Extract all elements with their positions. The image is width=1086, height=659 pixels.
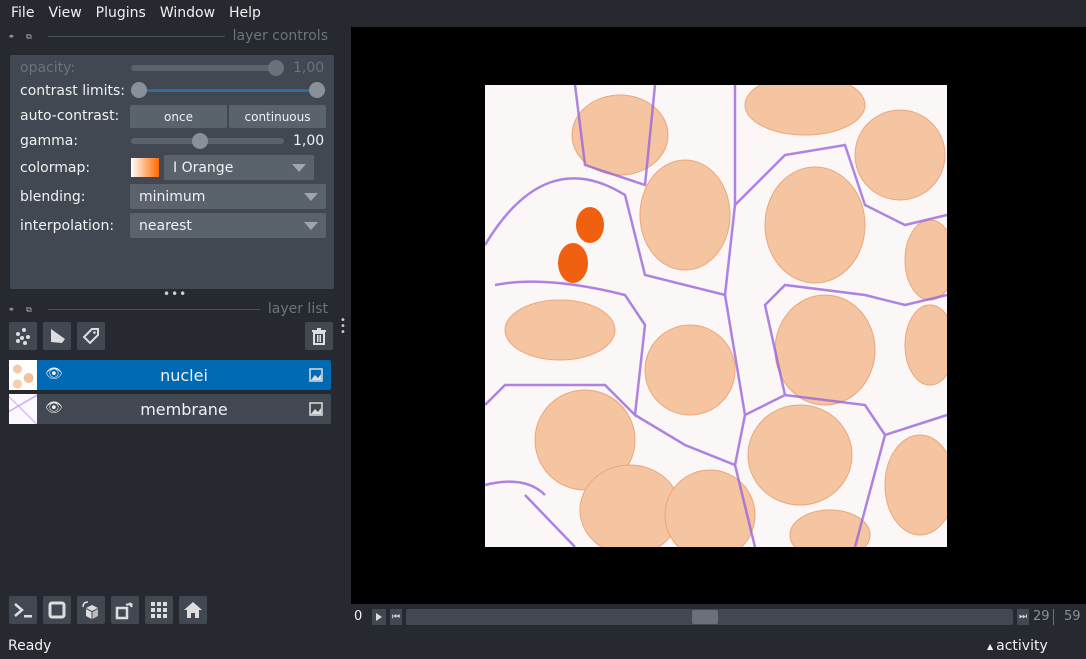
contrast-limits-slider[interactable] — [138, 89, 318, 92]
terminal-icon — [14, 603, 32, 618]
new-points-layer-button[interactable] — [9, 322, 37, 350]
grid-icon — [151, 602, 167, 618]
status-text: Ready — [8, 638, 52, 654]
opacity-label: opacity: — [20, 60, 76, 76]
opacity-slider[interactable] — [131, 65, 281, 71]
dims-slider[interactable] — [406, 609, 1013, 625]
layer-list-header: ⚭ ⧉ layer list — [8, 300, 328, 318]
menu-window[interactable]: Window — [153, 5, 222, 21]
layer-name[interactable]: nuclei — [160, 366, 208, 385]
label-tag-icon — [82, 328, 99, 345]
gamma-label: gamma: — [20, 133, 79, 149]
blending-dropdown[interactable]: minimum — [130, 184, 326, 209]
layer-item-nuclei[interactable]: 👁 nuclei — [9, 360, 331, 390]
home-icon — [184, 602, 202, 618]
layer-item-membrane[interactable]: 👁 membrane — [9, 394, 331, 424]
chevron-down-icon — [292, 164, 306, 172]
roll-dims-button[interactable] — [77, 596, 105, 624]
close-dock-icon[interactable]: ⚭ — [8, 32, 18, 41]
float-dock-icon[interactable]: ⧉ — [26, 305, 36, 314]
delete-layer-button[interactable] — [305, 322, 333, 350]
chevron-down-icon — [304, 222, 318, 230]
layer-list-title: layer list — [267, 301, 328, 317]
menu-bar: File View Plugins Window Help — [0, 0, 1086, 25]
dims-max-value: 59 — [1064, 609, 1081, 624]
interpolation-dropdown[interactable]: nearest — [130, 213, 326, 238]
microscopy-image — [485, 85, 947, 547]
transpose-icon — [115, 602, 133, 620]
layer-controls-panel: opacity: 1,00 contrast limits: auto-cont… — [10, 55, 334, 289]
layer-controls-header: ⚭ ⧉ layer controls — [8, 27, 328, 45]
blending-value: minimum — [139, 188, 206, 205]
continuous-button[interactable]: continuous — [229, 105, 326, 128]
new-shapes-layer-button[interactable] — [43, 322, 71, 350]
activity-label: activity — [996, 638, 1048, 654]
blending-label: blending: — [20, 189, 86, 205]
dock-menu-icon[interactable]: • • • — [340, 316, 346, 338]
menu-plugins[interactable]: Plugins — [89, 5, 153, 21]
eye-icon[interactable]: 👁 — [45, 366, 63, 382]
layer-row[interactable]: 👁 nuclei — [37, 360, 331, 390]
colormap-dropdown[interactable]: I Orange — [164, 155, 314, 180]
divider — [48, 35, 225, 37]
contrast-limits-label: contrast limits: — [20, 83, 125, 99]
divider — [48, 308, 260, 310]
step-back-button[interactable]: ⏮ — [390, 609, 402, 625]
menu-view[interactable]: View — [41, 5, 88, 21]
once-button[interactable]: once — [130, 105, 227, 128]
opacity-handle[interactable] — [268, 60, 284, 76]
chevron-down-icon — [304, 193, 318, 201]
points-icon — [16, 328, 30, 345]
gamma-handle[interactable] — [192, 133, 208, 149]
console-button[interactable] — [9, 596, 37, 624]
eye-icon[interactable]: 👁 — [45, 400, 63, 416]
colormap-swatch — [131, 158, 159, 177]
contrast-low-handle[interactable] — [131, 82, 147, 98]
gamma-value: 1,00 — [293, 133, 325, 149]
trash-icon — [312, 328, 326, 345]
cube-rotate-icon — [82, 601, 98, 619]
square-icon — [48, 601, 66, 619]
close-dock-icon[interactable]: ⚭ — [8, 305, 18, 314]
interpolation-value: nearest — [139, 217, 192, 234]
layer-thumbnail — [9, 360, 37, 390]
interpolation-label: interpolation: — [20, 218, 115, 234]
dims-slider-handle[interactable] — [692, 610, 718, 624]
float-dock-icon[interactable]: ⧉ — [26, 32, 36, 41]
play-icon — [376, 613, 382, 621]
toggle-ndisplay-button[interactable] — [43, 596, 71, 624]
image-layer-icon — [309, 368, 323, 382]
opacity-value: 1,00 — [293, 60, 325, 76]
viewer-canvas[interactable] — [351, 27, 1086, 604]
play-button[interactable] — [372, 609, 386, 625]
activity-button[interactable]: ▲ activity — [987, 638, 1048, 654]
layer-thumbnail — [9, 394, 37, 424]
layer-controls-title: layer controls — [232, 28, 328, 44]
shapes-icon — [51, 329, 65, 343]
menu-file[interactable]: File — [4, 5, 41, 21]
colormap-label: colormap: — [20, 160, 91, 176]
splitter-handle[interactable]: ••• — [163, 287, 187, 301]
layer-row[interactable]: 👁 membrane — [37, 394, 331, 424]
dims-axis-label: 0 — [354, 609, 363, 624]
divider — [1053, 609, 1054, 625]
dims-slider-bar: 0 ⏮ ⏭ 29 59 — [351, 604, 1086, 630]
grid-view-button[interactable] — [145, 596, 173, 624]
caret-up-icon: ▲ — [987, 641, 994, 651]
new-labels-layer-button[interactable] — [77, 322, 105, 350]
image-layer-icon — [309, 402, 323, 416]
transpose-dims-button[interactable] — [111, 596, 139, 624]
dims-current-value[interactable]: 29 — [1033, 609, 1050, 624]
home-button[interactable] — [179, 596, 207, 624]
auto-contrast-label: auto-contrast: — [20, 108, 120, 124]
menu-help[interactable]: Help — [222, 5, 268, 21]
status-bar: Ready ▲ activity — [0, 634, 1086, 659]
layer-name[interactable]: membrane — [140, 400, 228, 419]
step-forward-button[interactable]: ⏭ — [1017, 609, 1029, 625]
colormap-value: I Orange — [173, 159, 234, 176]
contrast-high-handle[interactable] — [309, 82, 325, 98]
